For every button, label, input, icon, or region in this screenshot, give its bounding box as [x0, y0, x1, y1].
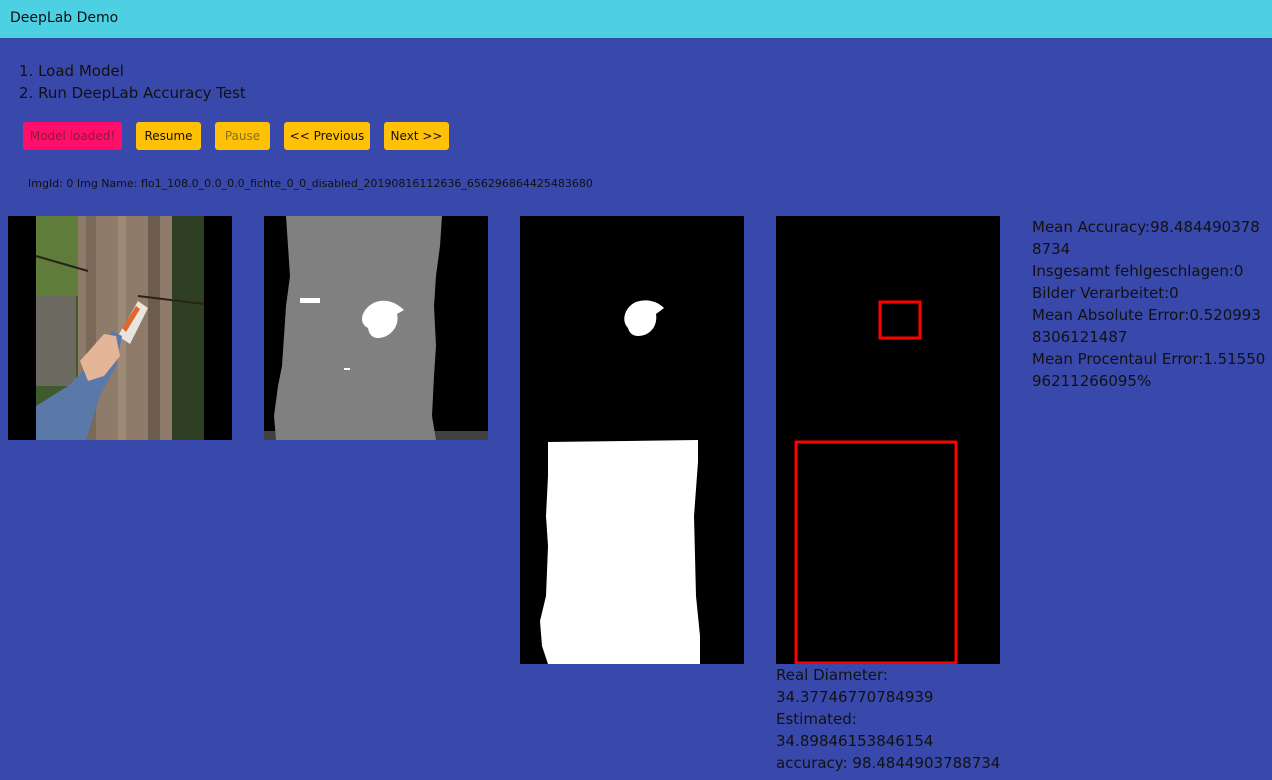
- input-photo: [8, 216, 232, 440]
- estimated-label: Estimated:: [776, 710, 857, 728]
- mean-accuracy-stat: Mean Accuracy:98.4844903788734: [1032, 218, 1260, 258]
- step-run-test: 2. Run DeepLab Accuracy Test: [19, 84, 246, 102]
- image-info: ImgId: 0 Img Name: flo1_108.0_0.0_0.0_fi…: [28, 177, 593, 190]
- mean-percent-error-stat: Mean Procentaul Error:1.5155096211266095…: [1032, 350, 1266, 390]
- segmentation-output: [264, 216, 488, 440]
- model-loaded-button[interactable]: Model loaded!: [23, 122, 122, 150]
- real-diameter-label: Real Diameter:: [776, 666, 888, 684]
- step-list: 1. Load Model 2. Run DeepLab Accuracy Te…: [19, 60, 246, 104]
- statistics-panel: Mean Accuracy:98.4844903788734 Insgesamt…: [1032, 216, 1268, 392]
- failed-count-stat: Insgesamt fehlgeschlagen:0: [1032, 262, 1244, 280]
- resume-button[interactable]: Resume: [136, 122, 201, 150]
- estimated-value: 34.89846153846154: [776, 732, 934, 750]
- real-diameter-value: 34.37746770784939: [776, 688, 934, 706]
- previous-button[interactable]: << Previous: [284, 122, 370, 150]
- processed-count-stat: Bilder Verarbeitet:0: [1032, 284, 1179, 302]
- app-title: DeepLab Demo: [10, 10, 119, 26]
- binary-mask: [520, 216, 744, 664]
- pause-button[interactable]: Pause: [215, 122, 270, 150]
- accuracy-value: accuracy: 98.4844903788734: [776, 754, 1001, 772]
- next-button[interactable]: Next >>: [384, 122, 449, 150]
- diameter-result: Real Diameter: 34.37746770784939 Estimat…: [776, 664, 1006, 774]
- bounding-box-output: [776, 216, 1000, 664]
- step-load-model: 1. Load Model: [19, 62, 124, 80]
- mean-absolute-error-stat: Mean Absolute Error:0.5209938306121487: [1032, 306, 1261, 346]
- app-bar: DeepLab Demo: [0, 0, 1272, 38]
